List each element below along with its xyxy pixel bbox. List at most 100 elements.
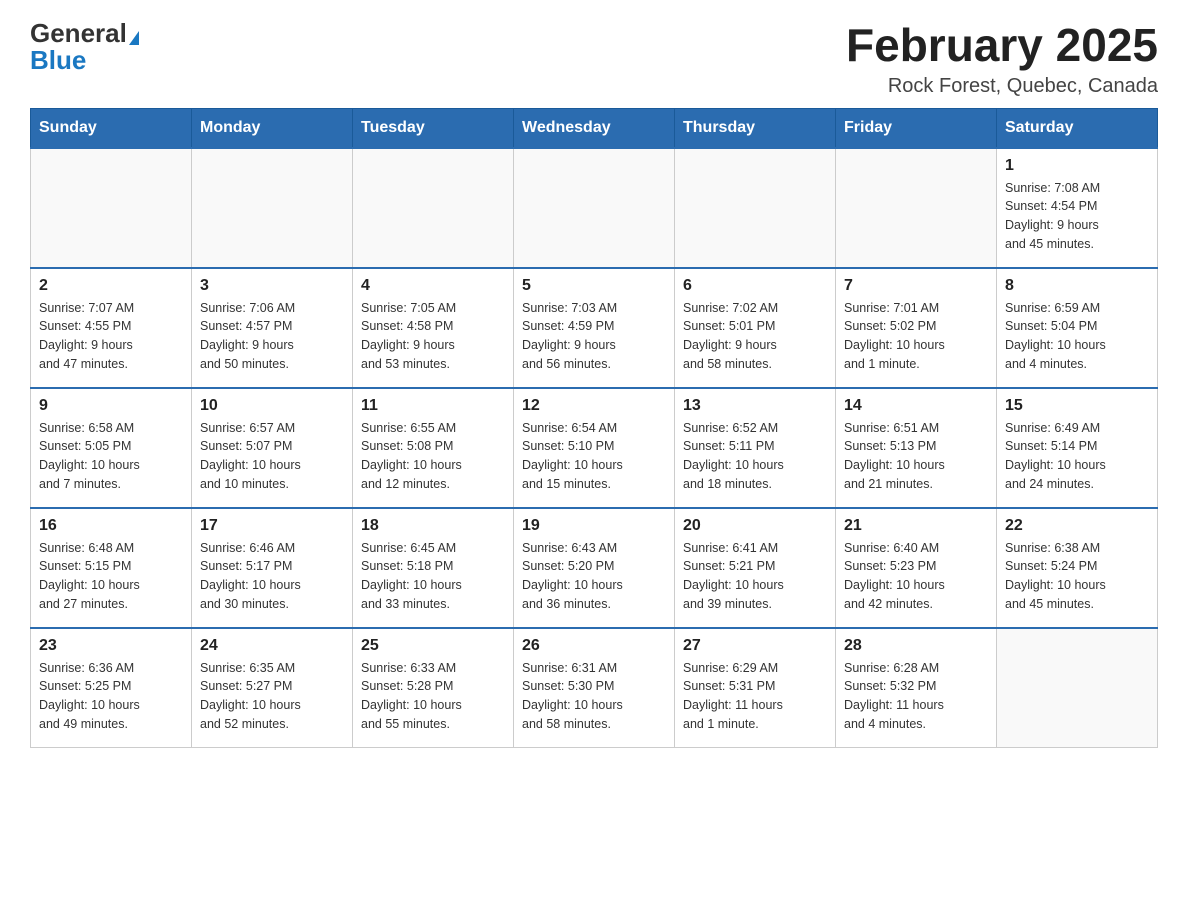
page-header: General Blue February 2025 Rock Forest, …: [30, 20, 1158, 98]
calendar-cell: 25 Sunrise: 6:33 AM Sunset: 5:28 PM Dayli…: [353, 628, 514, 748]
day-info: Sunrise: 6:49 AM Sunset: 5:14 PM Dayligh…: [1005, 419, 1149, 494]
day-info: Sunrise: 6:51 AM Sunset: 5:13 PM Dayligh…: [844, 419, 988, 494]
calendar-cell: [836, 148, 997, 268]
day-info: Sunrise: 6:48 AM Sunset: 5:15 PM Dayligh…: [39, 539, 183, 614]
weekday-header-monday: Monday: [192, 108, 353, 148]
calendar-cell: 20 Sunrise: 6:41 AM Sunset: 5:21 PM Dayli…: [675, 508, 836, 628]
calendar-cell: 3Sunrise: 7:06 AM Sunset: 4:57 PM Daylig…: [192, 268, 353, 388]
day-number: 11: [361, 397, 505, 415]
weekday-header-wednesday: Wednesday: [514, 108, 675, 148]
day-number: 26: [522, 637, 666, 655]
calendar-header: SundayMondayTuesdayWednesdayThursdayFrid…: [31, 108, 1158, 148]
day-number: 20: [683, 517, 827, 535]
calendar-cell: 18 Sunrise: 6:45 AM Sunset: 5:18 PM Dayli…: [353, 508, 514, 628]
day-info: Sunrise: 6:59 AM Sunset: 5:04 PM Dayligh…: [1005, 299, 1149, 374]
logo-general: General: [30, 18, 127, 48]
calendar-cell: 4 Sunrise: 7:05 AM Sunset: 4:58 PM Daylig…: [353, 268, 514, 388]
calendar-cell: 23 Sunrise: 6:36 AM Sunset: 5:25 PM Dayli…: [31, 628, 192, 748]
calendar-cell: [675, 148, 836, 268]
day-info: Sunrise: 7:02 AM Sunset: 5:01 PM Dayligh…: [683, 299, 827, 374]
calendar-cell: 28 Sunrise: 6:28 AM Sunset: 5:32 PM Dayli…: [836, 628, 997, 748]
day-number: 19: [522, 517, 666, 535]
day-info: Sunrise: 6:52 AM Sunset: 5:11 PM Dayligh…: [683, 419, 827, 494]
day-info: Sunrise: 6:55 AM Sunset: 5:08 PM Dayligh…: [361, 419, 505, 494]
calendar-cell: 9 Sunrise: 6:58 AM Sunset: 5:05 PM Daylig…: [31, 388, 192, 508]
day-number: 21: [844, 517, 988, 535]
day-info: Sunrise: 6:35 AM Sunset: 5:27 PM Dayligh…: [200, 659, 344, 734]
day-number: 25: [361, 637, 505, 655]
day-number: 14: [844, 397, 988, 415]
calendar-cell: 6 Sunrise: 7:02 AM Sunset: 5:01 PM Daylig…: [675, 268, 836, 388]
day-number: 15: [1005, 397, 1149, 415]
day-number: 5: [522, 277, 666, 295]
day-number: 8: [1005, 277, 1149, 295]
day-info: Sunrise: 6:40 AM Sunset: 5:23 PM Dayligh…: [844, 539, 988, 614]
calendar-week-row: 16Sunrise: 6:48 AM Sunset: 5:15 PM Dayli…: [31, 508, 1158, 628]
day-number: 4: [361, 277, 505, 295]
calendar-cell: 15 Sunrise: 6:49 AM Sunset: 5:14 PM Dayli…: [997, 388, 1158, 508]
calendar-cell: 10Sunrise: 6:57 AM Sunset: 5:07 PM Dayli…: [192, 388, 353, 508]
weekday-header-sunday: Sunday: [31, 108, 192, 148]
calendar-cell: 16Sunrise: 6:48 AM Sunset: 5:15 PM Dayli…: [31, 508, 192, 628]
day-info: Sunrise: 6:54 AM Sunset: 5:10 PM Dayligh…: [522, 419, 666, 494]
day-info: Sunrise: 6:33 AM Sunset: 5:28 PM Dayligh…: [361, 659, 505, 734]
day-info: Sunrise: 6:29 AM Sunset: 5:31 PM Dayligh…: [683, 659, 827, 734]
day-info: Sunrise: 6:45 AM Sunset: 5:18 PM Dayligh…: [361, 539, 505, 614]
day-number: 12: [522, 397, 666, 415]
calendar-cell: [997, 628, 1158, 748]
weekday-header-friday: Friday: [836, 108, 997, 148]
day-info: Sunrise: 6:58 AM Sunset: 5:05 PM Dayligh…: [39, 419, 183, 494]
day-info: Sunrise: 6:36 AM Sunset: 5:25 PM Dayligh…: [39, 659, 183, 734]
logo-blue: Blue: [30, 47, 86, 73]
calendar-cell: [514, 148, 675, 268]
day-number: 13: [683, 397, 827, 415]
calendar-cell: 19 Sunrise: 6:43 AM Sunset: 5:20 PM Dayli…: [514, 508, 675, 628]
day-info: Sunrise: 7:06 AM Sunset: 4:57 PM Dayligh…: [200, 299, 344, 374]
day-info: Sunrise: 6:41 AM Sunset: 5:21 PM Dayligh…: [683, 539, 827, 614]
calendar-cell: 7 Sunrise: 7:01 AM Sunset: 5:02 PM Daylig…: [836, 268, 997, 388]
day-info: Sunrise: 7:08 AM Sunset: 4:54 PM Dayligh…: [1005, 179, 1149, 254]
day-info: Sunrise: 7:05 AM Sunset: 4:58 PM Dayligh…: [361, 299, 505, 374]
calendar-cell: 17 Sunrise: 6:46 AM Sunset: 5:17 PM Dayli…: [192, 508, 353, 628]
day-number: 23: [39, 637, 183, 655]
logo: General Blue: [30, 20, 139, 73]
calendar-body: 1Sunrise: 7:08 AM Sunset: 4:54 PM Daylig…: [31, 148, 1158, 748]
calendar-cell: 2 Sunrise: 7:07 AM Sunset: 4:55 PM Daylig…: [31, 268, 192, 388]
day-info: Sunrise: 6:38 AM Sunset: 5:24 PM Dayligh…: [1005, 539, 1149, 614]
calendar-cell: 26 Sunrise: 6:31 AM Sunset: 5:30 PM Dayli…: [514, 628, 675, 748]
calendar-cell: 12 Sunrise: 6:54 AM Sunset: 5:10 PM Dayli…: [514, 388, 675, 508]
day-info: Sunrise: 7:03 AM Sunset: 4:59 PM Dayligh…: [522, 299, 666, 374]
day-info: Sunrise: 6:43 AM Sunset: 5:20 PM Dayligh…: [522, 539, 666, 614]
day-number: 18: [361, 517, 505, 535]
day-number: 7: [844, 277, 988, 295]
day-number: 9: [39, 397, 183, 415]
calendar-week-row: 9 Sunrise: 6:58 AM Sunset: 5:05 PM Daylig…: [31, 388, 1158, 508]
day-info: Sunrise: 6:46 AM Sunset: 5:17 PM Dayligh…: [200, 539, 344, 614]
calendar-cell: 5 Sunrise: 7:03 AM Sunset: 4:59 PM Daylig…: [514, 268, 675, 388]
calendar-cell: 27Sunrise: 6:29 AM Sunset: 5:31 PM Dayli…: [675, 628, 836, 748]
calendar-cell: 14 Sunrise: 6:51 AM Sunset: 5:13 PM Dayli…: [836, 388, 997, 508]
weekday-header-row: SundayMondayTuesdayWednesdayThursdayFrid…: [31, 108, 1158, 148]
day-info: Sunrise: 6:31 AM Sunset: 5:30 PM Dayligh…: [522, 659, 666, 734]
day-number: 17: [200, 517, 344, 535]
location-title: Rock Forest, Quebec, Canada: [846, 75, 1158, 98]
day-info: Sunrise: 7:01 AM Sunset: 5:02 PM Dayligh…: [844, 299, 988, 374]
day-info: Sunrise: 6:28 AM Sunset: 5:32 PM Dayligh…: [844, 659, 988, 734]
logo-text: General: [30, 20, 139, 47]
weekday-header-tuesday: Tuesday: [353, 108, 514, 148]
calendar-table: SundayMondayTuesdayWednesdayThursdayFrid…: [30, 108, 1158, 749]
day-number: 6: [683, 277, 827, 295]
month-title: February 2025: [846, 20, 1158, 71]
calendar-cell: 22 Sunrise: 6:38 AM Sunset: 5:24 PM Dayli…: [997, 508, 1158, 628]
day-number: 28: [844, 637, 988, 655]
day-info: Sunrise: 7:07 AM Sunset: 4:55 PM Dayligh…: [39, 299, 183, 374]
calendar-cell: [353, 148, 514, 268]
title-block: February 2025 Rock Forest, Quebec, Canad…: [846, 20, 1158, 98]
day-number: 2: [39, 277, 183, 295]
calendar-cell: [192, 148, 353, 268]
weekday-header-saturday: Saturday: [997, 108, 1158, 148]
calendar-week-row: 1Sunrise: 7:08 AM Sunset: 4:54 PM Daylig…: [31, 148, 1158, 268]
calendar-cell: [31, 148, 192, 268]
day-number: 22: [1005, 517, 1149, 535]
day-number: 10: [200, 397, 344, 415]
